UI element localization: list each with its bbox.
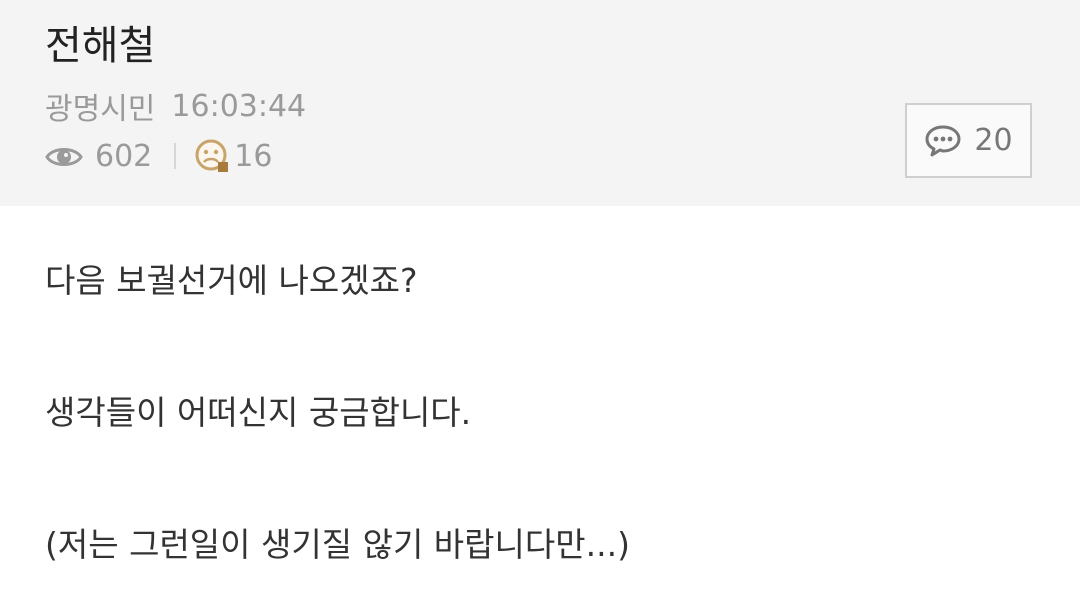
post-time: 16:03:44 — [171, 88, 307, 124]
eye-icon — [45, 143, 83, 169]
post-header: 전해철 광명시민 16:03:44 602 16 20 — [0, 0, 1080, 206]
post-title: 전해철 — [45, 23, 156, 69]
comment-count-button[interactable]: 20 — [905, 103, 1032, 178]
recommend-icon — [194, 138, 230, 174]
comment-count: 20 — [974, 123, 1013, 158]
body-paragraph: 생각들이 어떠신지 궁금합니다. — [45, 393, 472, 432]
recommend-count: 16 — [234, 138, 273, 174]
stats-divider — [174, 143, 177, 169]
post-stats: 602 16 — [45, 136, 272, 176]
author-name[interactable]: 광명시민 — [45, 84, 155, 128]
body-paragraph: 다음 보궐선거에 나오겠죠? — [45, 261, 418, 300]
post-meta: 광명시민 16:03:44 — [45, 84, 307, 128]
comment-bubble-icon — [924, 124, 962, 158]
post-body: 다음 보궐선거에 나오겠죠? 생각들이 어떠신지 궁금합니다. (저는 그런일이… — [45, 250, 1035, 576]
body-paragraph: (저는 그런일이 생기질 않기 바랍니다만...) — [45, 525, 630, 564]
view-count: 602 — [95, 138, 153, 174]
